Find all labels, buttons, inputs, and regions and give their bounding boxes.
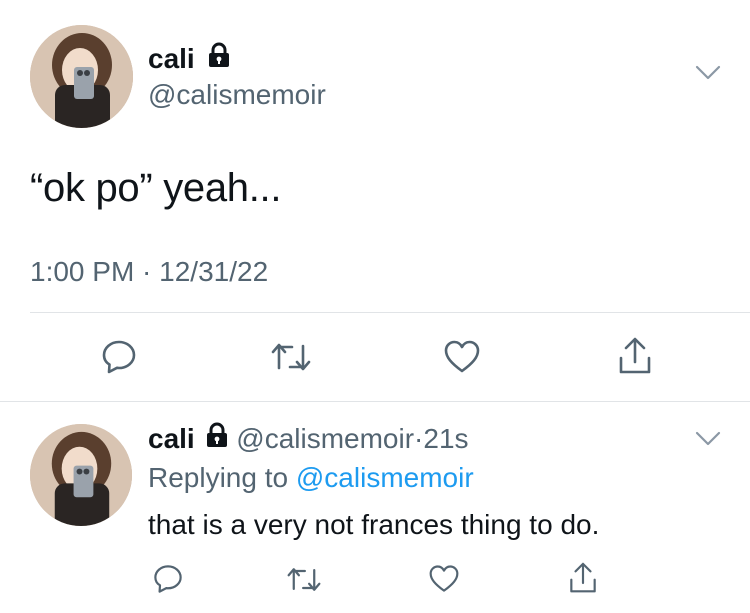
share-icon[interactable] (568, 561, 598, 595)
chevron-down-icon[interactable] (695, 430, 721, 448)
display-name-row: cali (148, 42, 230, 76)
replying-to: Replying to @calismemoir (148, 461, 474, 495)
reply-header: cali @calismemoir·21s (148, 422, 469, 456)
like-icon[interactable] (443, 339, 481, 375)
tweet-separator (0, 401, 750, 402)
avatar[interactable] (30, 25, 133, 128)
like-icon[interactable] (428, 564, 460, 594)
share-icon[interactable] (617, 336, 653, 376)
replying-handle-link[interactable]: @calismemoir (296, 462, 474, 493)
replying-prefix: Replying to (148, 462, 289, 493)
handle[interactable]: @calismemoir (148, 78, 326, 112)
tweet-time[interactable]: 21s (423, 423, 468, 454)
retweet-icon[interactable] (286, 565, 322, 594)
tweet-timestamp[interactable]: 1:00 PM · 12/31/22 (30, 255, 268, 289)
handle[interactable]: @calismemoir (236, 423, 414, 454)
lock-icon (206, 422, 228, 456)
lock-icon (208, 42, 230, 76)
display-name[interactable]: cali (148, 43, 195, 74)
avatar-photo (30, 424, 132, 526)
retweet-icon[interactable] (270, 340, 312, 374)
reply-icon[interactable] (152, 563, 184, 595)
avatar[interactable] (30, 424, 132, 526)
reply-icon[interactable] (100, 338, 138, 376)
separator-dot: · (414, 423, 424, 454)
tweet-text: “ok po” yeah... (30, 166, 282, 210)
chevron-down-icon[interactable] (695, 64, 721, 82)
display-name[interactable]: cali (148, 423, 195, 454)
avatar-photo (30, 25, 133, 128)
divider (30, 312, 750, 313)
reply-text: that is a very not frances thing to do. (148, 509, 600, 540)
